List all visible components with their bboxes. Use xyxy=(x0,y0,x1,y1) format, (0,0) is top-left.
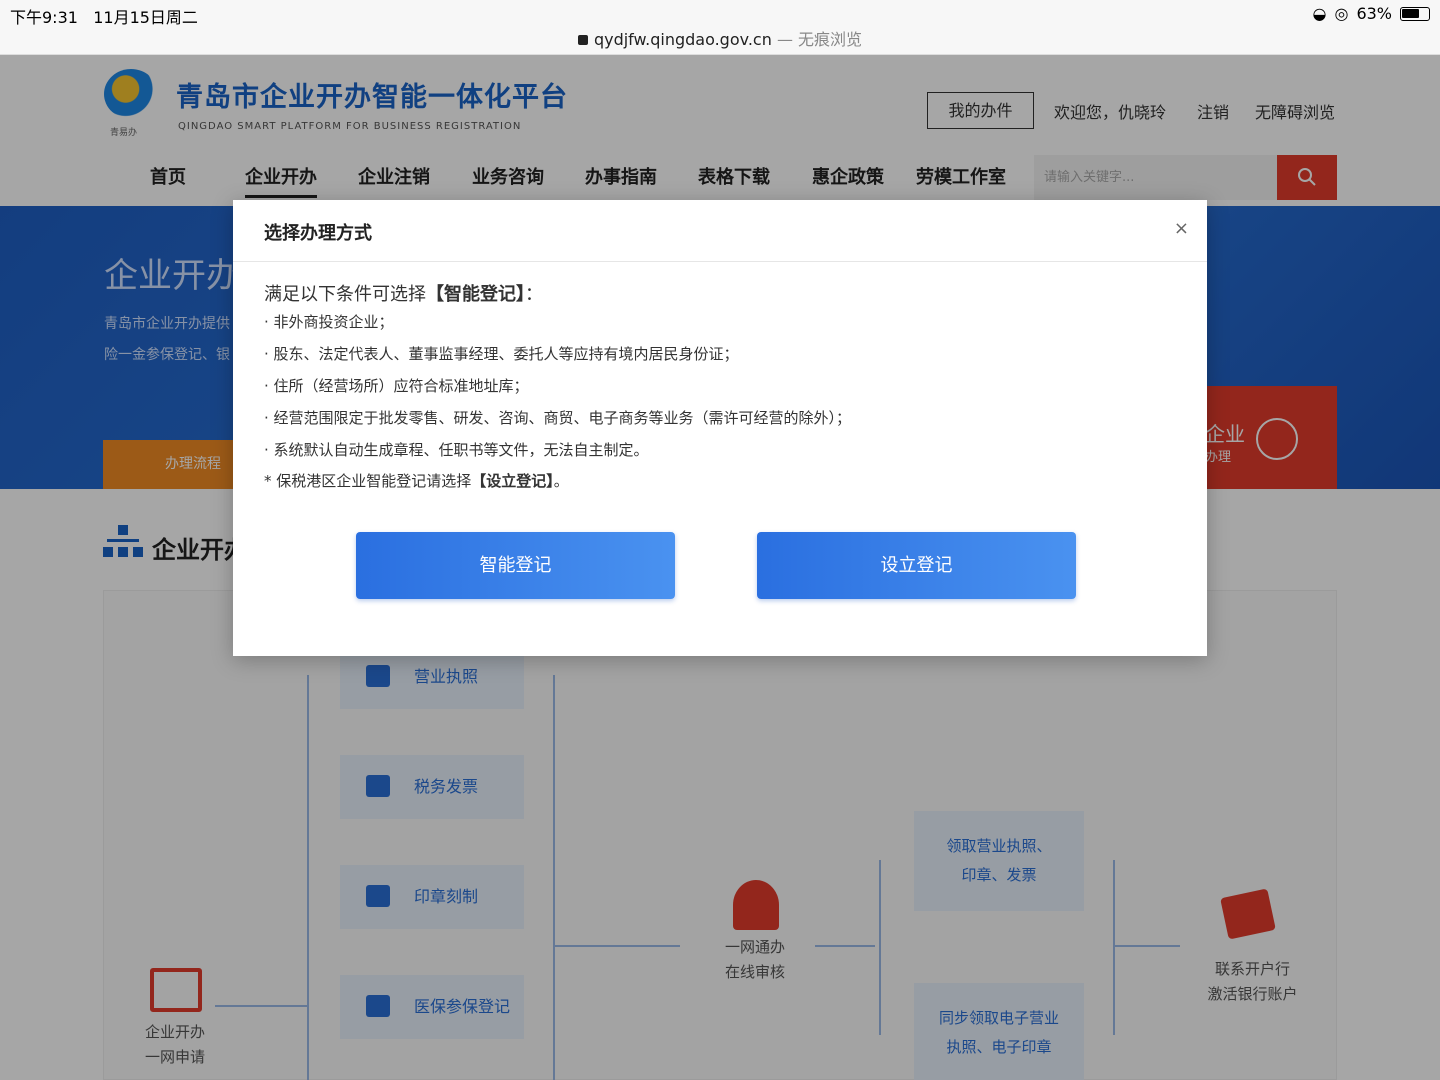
url-text: qydjfw.qingdao.gov.cn xyxy=(593,30,772,49)
battery-icon xyxy=(1400,6,1430,21)
wifi-icon: ◒ xyxy=(1312,4,1327,23)
setup-registration-button[interactable]: 设立登记 xyxy=(757,532,1076,599)
condition-item: · 经营范围限定于批发零售、研发、咨询、商贸、电子商务等业务（需许可经营的除外）… xyxy=(264,409,852,427)
dialog-title: 选择办理方式 xyxy=(264,223,372,244)
private-mode-label: — 无痕浏览 xyxy=(771,30,863,49)
close-icon[interactable]: × xyxy=(1174,218,1189,239)
condition-item: · 系统默认自动生成章程、任职书等文件，无法自主制定。 xyxy=(264,441,649,459)
condition-item: · 非外商投资企业； xyxy=(264,313,394,331)
conditions-heading: 满足以下条件可选择【智能登记】： xyxy=(264,284,543,305)
status-bar: 下午9:31 11月15日周二 ◒ ◎ 63% qydjfw.qingdao.g… xyxy=(0,0,1440,55)
condition-item: · 住所（经营场所）应符合标准地址库； xyxy=(264,377,529,395)
conditions-list: · 非外商投资企业； · 股东、法定代表人、董事监事经理、委托人等应持有境内居民… xyxy=(264,310,1164,470)
dialog-header: 选择办理方式 × xyxy=(233,200,1207,262)
lock-icon xyxy=(577,35,588,45)
status-time: 下午9:31 11月15日周二 xyxy=(10,8,198,27)
condition-item: · 股东、法定代表人、董事监事经理、委托人等应持有境内居民身份证； xyxy=(264,345,739,363)
choose-method-dialog: 选择办理方式 × 满足以下条件可选择【智能登记】： · 非外商投资企业； · 股… xyxy=(233,200,1207,656)
battery-percent: 63% xyxy=(1356,4,1392,23)
orientation-lock-icon: ◎ xyxy=(1334,4,1349,23)
smart-registration-button[interactable]: 智能登记 xyxy=(356,532,675,599)
url-bar[interactable]: qydjfw.qingdao.gov.cn — 无痕浏览 xyxy=(0,26,1440,50)
status-right: ◒ ◎ 63% xyxy=(1312,4,1430,23)
bonded-zone-note: * 保税港区企业智能登记请选择【设立登记】。 xyxy=(264,472,569,490)
